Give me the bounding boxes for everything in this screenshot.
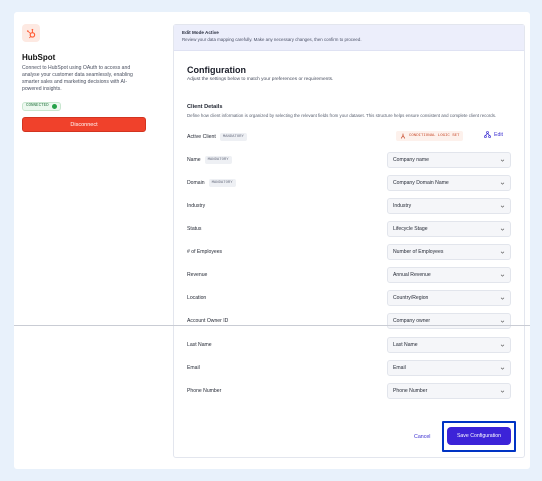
configuration-card: Edit Mode Active Review your data mappin… <box>173 24 525 458</box>
chevron-down-icon <box>500 205 505 208</box>
field-select-value: Country/Region <box>393 295 429 301</box>
field-select[interactable]: Phone Number <box>387 383 511 399</box>
field-row-last-name: Last Name Last Name <box>187 337 512 353</box>
integration-name: HubSpot <box>22 53 56 62</box>
field-row-email: Email Email <box>187 360 512 376</box>
chevron-down-icon <box>500 344 505 347</box>
status-label: CONNECTED <box>26 104 49 108</box>
field-select[interactable]: Number of Employees <box>387 244 511 260</box>
field-select[interactable]: Company Domain Name <box>387 175 511 191</box>
field-select-value: Industry <box>393 203 412 209</box>
conditional-logic-badge: CONDITIONAL LOGIC SET <box>396 131 464 141</box>
field-select-value: Email <box>393 365 406 371</box>
field-select[interactable]: Lifecycle Stage <box>387 221 511 237</box>
active-client-label: Active Client <box>187 134 216 140</box>
field-label: Last Name <box>187 342 212 348</box>
field-row-employees: # of Employees Number of Employees <box>187 244 512 260</box>
edit-logic-button[interactable]: Edit <box>484 131 503 138</box>
page-title: Configuration <box>187 65 246 75</box>
field-row-name: Name MANDATORY Company name <box>187 152 512 168</box>
chevron-down-icon <box>500 274 505 277</box>
banner-title: Edit Mode Active <box>182 30 219 35</box>
field-select-value: Company owner <box>393 318 431 324</box>
field-select[interactable]: Annual Revenue <box>387 267 511 283</box>
save-configuration-button[interactable]: Save Configuration <box>447 427 511 445</box>
field-select[interactable]: Company owner <box>387 313 511 329</box>
field-row-status: Status Lifecycle Stage <box>187 221 512 237</box>
connection-status-badge: CONNECTED <box>22 101 61 111</box>
disconnect-button[interactable]: Disconnect <box>22 117 146 132</box>
field-label: Account Owner ID <box>187 318 229 324</box>
mandatory-badge: MANDATORY <box>208 179 236 187</box>
field-select-value: Last Name <box>393 342 418 348</box>
hierarchy-icon <box>484 131 491 138</box>
chevron-down-icon <box>500 251 505 254</box>
field-label: Revenue <box>187 272 208 278</box>
banner-subtitle: Review your data mapping carefully. Make… <box>182 37 362 42</box>
chevron-down-icon <box>500 367 505 370</box>
field-select[interactable]: Email <box>387 360 511 376</box>
status-dot-icon <box>51 103 57 109</box>
field-row-industry: Industry Industry <box>187 198 512 214</box>
field-row-domain: Domain MANDATORY Company Domain Name <box>187 175 512 191</box>
field-row-revenue: Revenue Annual Revenue <box>187 267 512 283</box>
field-select[interactable]: Company name <box>387 152 511 168</box>
field-row-phone: Phone Number Phone Number <box>187 383 512 399</box>
chevron-down-icon <box>500 228 505 231</box>
field-select[interactable]: Country/Region <box>387 290 511 306</box>
field-select-value: Company Domain Name <box>393 180 449 186</box>
section-description: Define how client information is organiz… <box>187 113 497 118</box>
field-label: # of Employees <box>187 249 223 255</box>
field-label: Email <box>187 365 200 371</box>
field-label: Domain <box>187 180 205 186</box>
field-select-value: Lifecycle Stage <box>393 226 428 232</box>
edit-label: Edit <box>494 131 503 138</box>
chevron-down-icon <box>500 390 505 393</box>
field-select[interactable]: Last Name <box>387 337 511 353</box>
field-row-account-owner: Account Owner ID Company owner <box>187 313 512 329</box>
section-title: Client Details <box>187 104 223 110</box>
field-label: Status <box>187 226 202 232</box>
chevron-down-icon <box>500 320 505 323</box>
field-select[interactable]: Industry <box>387 198 511 214</box>
mandatory-badge: MANDATORY <box>204 156 232 164</box>
field-select-value: Company name <box>393 157 429 163</box>
chevron-down-icon <box>500 159 505 162</box>
chevron-down-icon <box>500 297 505 300</box>
branch-icon <box>400 133 406 139</box>
edit-mode-banner: Edit Mode Active Review your data mappin… <box>174 25 524 51</box>
field-row-location: Location Country/Region <box>187 290 512 306</box>
field-label: Industry <box>187 203 206 209</box>
hubspot-sprocket-icon <box>26 28 35 38</box>
field-select-value: Annual Revenue <box>393 272 431 278</box>
hubspot-logo <box>22 24 40 42</box>
mandatory-badge: MANDATORY <box>219 133 247 141</box>
field-label: Location <box>187 295 207 301</box>
field-select-value: Number of Employees <box>393 249 444 255</box>
conditional-logic-label: CONDITIONAL LOGIC SET <box>409 134 460 138</box>
page-subtitle: Adjust the settings below to match your … <box>187 77 334 82</box>
field-label: Phone Number <box>187 388 222 394</box>
screen-divider <box>14 325 530 326</box>
field-select-value: Phone Number <box>393 388 428 394</box>
active-client-field: Active Client MANDATORY <box>187 133 247 141</box>
integration-panel: HubSpot Connect to HubSpot using OAuth t… <box>22 24 150 132</box>
chevron-down-icon <box>500 182 505 185</box>
cancel-button[interactable]: Cancel <box>414 434 431 440</box>
field-label: Name <box>187 157 201 163</box>
integration-description: Connect to HubSpot using OAuth to access… <box>22 65 133 92</box>
